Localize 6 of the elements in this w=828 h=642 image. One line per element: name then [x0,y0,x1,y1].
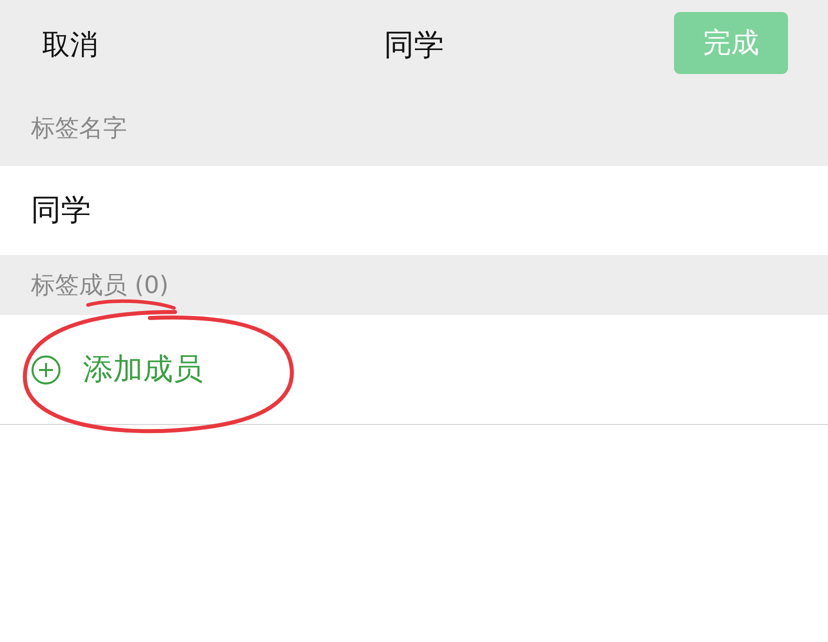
cancel-button[interactable]: 取消 [42,26,98,64]
add-icon [31,354,61,384]
tag-name-value[interactable]: 同学 [31,190,91,231]
page-title: 同学 [383,26,445,64]
section-header: 标签名字 [31,113,127,144]
section-header: 标签成员 (0) [31,270,169,301]
